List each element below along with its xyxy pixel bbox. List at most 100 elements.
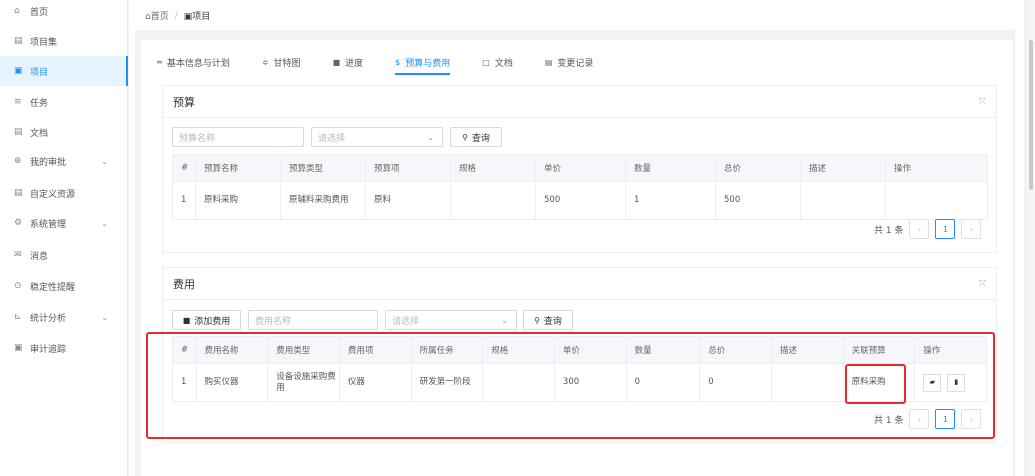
sidebar-item-stability[interactable]: ⊙ 稳定性提醒 — [0, 271, 128, 301]
tab-budget-expense[interactable]: $ 预算与费用 — [395, 52, 451, 75]
breadcrumb-separator: / — [174, 10, 178, 21]
column-header: 费用类型 — [267, 336, 340, 364]
expense-name-placeholder: 费用名称 — [255, 316, 292, 327]
table-cell — [482, 363, 555, 402]
expense-table: # 费用名称 费用类型 费用项 所属任务 规格 单价 数量 总价 描述 关联预算… — [172, 336, 987, 402]
table-cell: 仪器 — [338, 363, 412, 402]
search-icon: ⚲ — [534, 315, 540, 325]
tab-label: 变更记录 — [557, 58, 594, 69]
pagination-next-button[interactable]: › — [961, 409, 982, 429]
sidebar-item-label: 项目 — [30, 67, 49, 78]
table-cell: 0 — [699, 363, 772, 402]
search-icon: ⚲ — [462, 132, 468, 142]
folder-icon: □ — [482, 57, 490, 67]
breadcrumb-current: ▣项目 — [183, 12, 211, 22]
expense-type-select[interactable]: 请选择 ⌄ — [385, 310, 517, 330]
budget-panel-header: 预算 ⤧ — [163, 86, 996, 118]
breadcrumb-home[interactable]: ⌂首页 — [145, 9, 169, 22]
column-header: 描述 — [800, 154, 886, 182]
sidebar-item-project[interactable]: ▣ 项目 — [0, 56, 128, 86]
sidebar-item-messages[interactable]: ✉ 消息 — [0, 240, 128, 270]
table-cell: 研发第一阶段 — [410, 363, 484, 402]
pagination-page-button[interactable]: 1 — [935, 409, 956, 429]
sidebar-item-docs[interactable]: ▤ 文档 — [0, 117, 128, 147]
budget-name-input[interactable]: 预算名称 — [172, 127, 304, 147]
table-cell — [885, 181, 988, 220]
pagination-page-button[interactable]: 1 — [935, 219, 956, 239]
sidebar-item-approvals[interactable]: ⊕ 我的审批 ⌄ — [0, 146, 128, 176]
sidebar-item-audit[interactable]: ▣ 审计追踪 — [0, 333, 128, 363]
delete-button[interactable]: ▮ — [947, 373, 966, 392]
pagination-total: 共 1 条 — [874, 415, 904, 426]
trash-icon: ▮ — [954, 378, 959, 386]
pagination-prev-button[interactable]: ‹ — [909, 409, 930, 429]
sidebar-item-label: 项目集 — [30, 37, 58, 48]
tab-gantt[interactable]: ≑ 甘特图 — [262, 52, 301, 72]
column-header: 单价 — [535, 154, 626, 182]
sidebar-item-analytics[interactable]: ⊾ 统计分析 ⌄ — [0, 302, 128, 332]
column-header: 操作 — [914, 336, 987, 364]
table-cell: 500 — [535, 181, 626, 220]
resource-icon: ▤ — [14, 188, 23, 198]
table-cell: 原辅料采购费用 — [280, 181, 366, 220]
gear-icon: ⚙ — [14, 218, 23, 228]
budget-query-button[interactable]: ⚲ 查询 — [450, 127, 502, 147]
expense-query-button[interactable]: ⚲ 查询 — [523, 310, 573, 330]
chevron-down-icon: ⌄ — [101, 156, 108, 166]
column-header: # — [172, 336, 197, 364]
sidebar-item-label: 文档 — [30, 128, 49, 139]
column-header: 总价 — [699, 336, 772, 364]
sidebar-item-home[interactable]: ⌂ 首页 — [0, 0, 128, 26]
tab-label: 预算与费用 — [405, 58, 451, 69]
message-icon: ✉ — [14, 250, 22, 260]
chevron-down-icon: ⌄ — [501, 315, 508, 325]
expense-pagination: 共 1 条 ‹ 1 › — [874, 409, 982, 429]
column-header: 操作 — [885, 154, 988, 182]
table-cell: 1 — [172, 363, 197, 402]
tab-label: 进度 — [345, 58, 364, 69]
table-cell: 购买仪器 — [195, 363, 269, 402]
table-row[interactable]: 1 购买仪器 设备设施采购费用 仪器 研发第一阶段 300 0 0 原料采购 ▰… — [172, 363, 987, 402]
pagination-next-button[interactable]: › — [961, 219, 982, 239]
sidebar-item-label: 稳定性提醒 — [30, 282, 76, 293]
table-cell: 300 — [553, 363, 627, 402]
expense-type-placeholder: 请选择 — [392, 316, 420, 327]
tab-label: 文档 — [494, 58, 513, 69]
pagination-prev-button[interactable]: ‹ — [909, 219, 930, 239]
tab-change-log[interactable]: ▤ 变更记录 — [545, 52, 594, 72]
info-icon: ═ — [157, 57, 162, 67]
collapse-icon[interactable]: ⤧ — [979, 279, 986, 289]
column-header: 数量 — [625, 336, 701, 364]
budget-title: 预算 — [173, 95, 195, 109]
add-expense-button[interactable]: ■ 添加费用 — [172, 310, 241, 330]
add-icon: ■ — [182, 315, 191, 325]
list-icon: ≡ — [14, 97, 22, 107]
chevron-down-icon: ⌄ — [101, 218, 108, 228]
sidebar-item-program[interactable]: ▤ 项目集 — [0, 26, 128, 56]
column-header: 预算类型 — [280, 154, 366, 182]
column-header: 规格 — [482, 336, 555, 364]
column-header: 总价 — [715, 154, 801, 182]
sidebar-item-label: 消息 — [30, 251, 49, 262]
scrollbar-thumb[interactable] — [1029, 40, 1033, 190]
sidebar-item-label: 任务 — [30, 98, 49, 109]
sidebar-item-custom-resources[interactable]: ▤ 自定义资源 — [0, 178, 128, 208]
tab-progress[interactable]: ■ 进度 — [333, 52, 364, 72]
program-icon: ▤ — [14, 36, 23, 46]
expense-name-input[interactable]: 费用名称 — [248, 310, 378, 330]
collapse-icon[interactable]: ⤧ — [979, 97, 986, 107]
table-cell: 1 — [172, 181, 196, 220]
budget-type-select[interactable]: 请选择 ⌄ — [311, 127, 443, 147]
sidebar: ⌂ 首页 ▤ 项目集 ▣ 项目 ≡ 任务 ▤ 文档 ⊕ 我的审批 ⌄ ▤ 自定义资源 ⚙ 系统管理… — [0, 0, 128, 476]
query-label: 查询 — [543, 316, 562, 327]
table-row[interactable]: 1 原料采购 原辅料采购费用 原料 500 1 500 — [172, 181, 988, 220]
tab-documents[interactable]: □ 文档 — [482, 52, 513, 72]
tab-bar: ═ 基本信息与计划 ≑ 甘特图 ■ 进度 $ 预算与费用 □ 文档 ▤ 变更记录 — [157, 52, 625, 75]
linked-budget-cell[interactable]: 原料采购 — [842, 363, 916, 402]
table-header-row: # 费用名称 费用类型 费用项 所属任务 规格 单价 数量 总价 描述 关联预算… — [172, 336, 987, 364]
tab-basic-info[interactable]: ═ 基本信息与计划 — [157, 52, 230, 72]
sidebar-item-system[interactable]: ⚙ 系统管理 ⌄ — [0, 208, 128, 238]
gantt-icon: ≑ — [261, 57, 269, 67]
sidebar-item-task[interactable]: ≡ 任务 — [0, 87, 128, 117]
edit-button[interactable]: ▰ — [923, 373, 942, 392]
